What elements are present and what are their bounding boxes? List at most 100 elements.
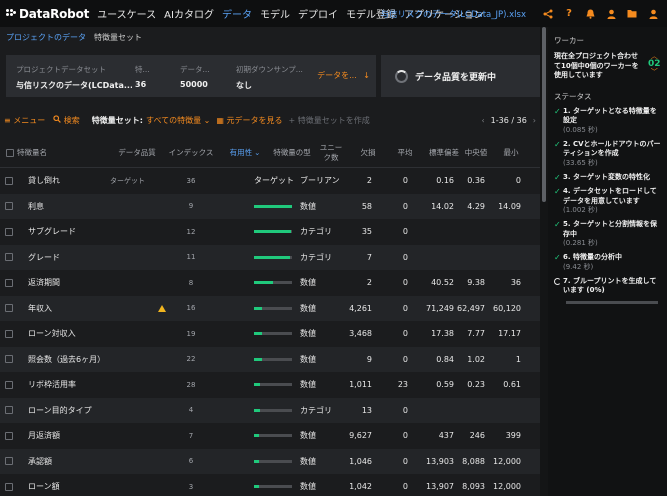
header-feature-type[interactable]: 特徴量の型 — [270, 138, 314, 168]
row-checkbox[interactable] — [5, 194, 15, 220]
feature-name[interactable]: 月返済額 — [28, 423, 128, 449]
cell-mean — [414, 219, 454, 245]
importance-bar — [254, 347, 294, 373]
feature-name[interactable]: ローン目的タイプ — [28, 398, 128, 424]
notification-bell-icon[interactable] — [580, 4, 600, 24]
feature-name[interactable]: サブグレード — [28, 219, 128, 245]
dataset-link[interactable]: 与信リスクのデータ(LCData_JP).xlsx — [380, 8, 526, 20]
cell-index: 16 — [186, 304, 196, 313]
breadcrumb-project-data[interactable]: プロジェクトのデータ — [6, 32, 86, 43]
share-icon[interactable] — [538, 4, 558, 24]
help-icon[interactable]: ? — [559, 4, 579, 24]
worker-heading: ワーカー — [554, 36, 584, 45]
importance-bar-fill — [254, 281, 273, 285]
cell-type: 数値 — [300, 380, 316, 390]
row-checkbox[interactable] — [5, 347, 15, 373]
checkbox-icon — [6, 149, 14, 157]
worker-stepper[interactable]: ︿ 02 ﹀ — [648, 52, 661, 81]
table-row[interactable]: ローン額 3 数値 1,042 0 13,907 8,093 12,000 — [0, 474, 540, 496]
table-scrollbar-thumb[interactable] — [542, 27, 546, 202]
create-feature-set-button[interactable]: + 特徴量セットを作成 — [288, 115, 369, 126]
nav-data[interactable]: データ — [222, 6, 252, 21]
header-unique[interactable]: ユニーク数 — [318, 138, 344, 168]
table-scrollbar[interactable] — [540, 27, 548, 496]
nav-usecases[interactable]: ユースケース — [97, 6, 156, 21]
cell-mean — [414, 398, 454, 424]
table-row[interactable]: ローン対収入 19 数値 3,468 0 17.38 7.77 17.17 — [0, 321, 540, 347]
cell-type: 数値 — [300, 329, 316, 339]
header-missing[interactable]: 欠損 — [355, 138, 381, 168]
row-checkbox[interactable] — [5, 270, 15, 296]
downsample-value: なし — [236, 81, 252, 90]
feature-name[interactable]: ローン額 — [28, 474, 128, 496]
feature-set-value: すべての特徴量 — [146, 115, 202, 125]
status-step-text: 6. 特徴量の分析中 — [563, 253, 622, 261]
feature-name[interactable]: 年収入 — [28, 296, 128, 322]
nav-models[interactable]: モデル — [260, 6, 290, 21]
header-min[interactable]: 最小 — [498, 138, 524, 168]
header-importance-label: 有用性 — [229, 148, 253, 157]
header-mean[interactable]: 平均 — [392, 138, 418, 168]
header-importance[interactable]: 有用性 ⌄ — [225, 138, 265, 168]
chevron-down-icon[interactable]: ﹀ — [651, 68, 658, 76]
row-checkbox[interactable] — [5, 372, 15, 398]
header-median[interactable]: 中央値 — [461, 138, 491, 168]
row-checkbox[interactable] — [5, 245, 15, 271]
check-icon: ✓ — [554, 253, 561, 262]
feature-name[interactable]: ローン対収入 — [28, 321, 128, 347]
data-quality-panel[interactable]: データ品質を更新中 — [381, 55, 544, 97]
table-row[interactable]: 貸し倒れ ターゲット ターゲット 36 ブーリアン 2 0 0.16 0.36 0 — [0, 168, 540, 194]
table-row[interactable]: ローン目的タイプ 4 カテゴリ 13 0 — [0, 397, 540, 424]
feature-name[interactable]: グレード — [28, 245, 128, 271]
feature-count-value: 36 — [135, 80, 147, 89]
project-dataset-label: プロジェクトデータセット — [16, 65, 106, 74]
menu-button[interactable]: ≡ メニュー — [4, 115, 45, 126]
feature-name[interactable]: 照会数（過去6ヶ月） — [28, 347, 128, 373]
folder-icon[interactable] — [622, 4, 642, 24]
table-row[interactable]: サブグレード 12 カテゴリ 35 0 — [0, 219, 540, 245]
row-checkbox[interactable] — [5, 168, 15, 194]
table-row[interactable]: リボ枠活用率 28 数値 1,011 23 0.59 0.23 0.61 — [0, 372, 540, 398]
nav-deployments[interactable]: デプロイ — [298, 6, 338, 21]
breadcrumb-feature-sets[interactable]: 特徴量セット — [94, 32, 142, 43]
checkbox-icon — [5, 431, 13, 440]
data-menu-dropdown[interactable]: データを... ↓ — [317, 70, 370, 81]
next-page-icon[interactable]: › — [533, 116, 536, 125]
table-row[interactable]: グレード 11 カテゴリ 7 0 — [0, 244, 540, 271]
importance-bar-fill — [254, 357, 262, 361]
row-checkbox[interactable] — [5, 474, 15, 496]
loading-spinner-icon — [554, 277, 561, 285]
table-row[interactable]: 利息 9 数値 58 0 14.02 4.29 14.09 — [0, 193, 540, 220]
nav-ai-catalog[interactable]: AIカタログ — [164, 6, 214, 21]
feature-name[interactable]: 利息 — [28, 194, 128, 220]
search-button[interactable]: 検索 — [53, 114, 80, 126]
select-all-checkbox[interactable] — [5, 138, 15, 168]
row-checkbox[interactable] — [5, 321, 15, 347]
header-data-quality[interactable]: データ品質 — [110, 138, 164, 168]
table-row[interactable]: 照会数（過去6ヶ月） 22 数値 9 0 0.84 1.02 1 — [0, 346, 540, 373]
prev-page-icon[interactable]: ‹ — [481, 116, 484, 125]
table-row[interactable]: 承認額 6 数値 1,046 0 13,903 8,088 12,000 — [0, 448, 540, 475]
cell-mean: 0.84 — [436, 354, 454, 364]
view-raw-data-button[interactable]: ▦ 元データを見る — [216, 115, 282, 126]
header-std[interactable]: 標準偏差 — [424, 138, 464, 168]
header-feature-name[interactable]: 特徴量名 — [17, 138, 97, 168]
table-row[interactable]: 返済期間 8 数値 2 0 40.52 9.38 36 — [0, 270, 540, 296]
row-checkbox[interactable] — [5, 398, 15, 424]
header-index[interactable]: インデックス — [166, 138, 216, 168]
datarobot-logo[interactable]: DataRobot — [6, 7, 89, 21]
feature-name[interactable]: 承認額 — [28, 449, 128, 475]
account-icon[interactable] — [643, 4, 663, 24]
table-row[interactable]: 月返済額 7 数値 9,627 0 437 246 399 — [0, 423, 540, 449]
feature-name[interactable]: 返済期間 — [28, 270, 128, 296]
user-icon[interactable] — [601, 4, 621, 24]
row-checkbox[interactable] — [5, 423, 15, 449]
row-checkbox[interactable] — [5, 219, 15, 245]
row-checkbox[interactable] — [5, 296, 15, 322]
row-checkbox[interactable] — [5, 449, 15, 475]
cell-mean: 17.38 — [431, 329, 454, 339]
cell-missing: 0 — [402, 431, 408, 441]
feature-name[interactable]: リボ枠活用率 — [28, 372, 128, 398]
feature-set-dropdown[interactable]: すべての特徴量 ⌄ — [146, 115, 210, 126]
table-row[interactable]: 年収入 16 数値 4,261 0 71,249 62,497 60,120 — [0, 295, 540, 322]
